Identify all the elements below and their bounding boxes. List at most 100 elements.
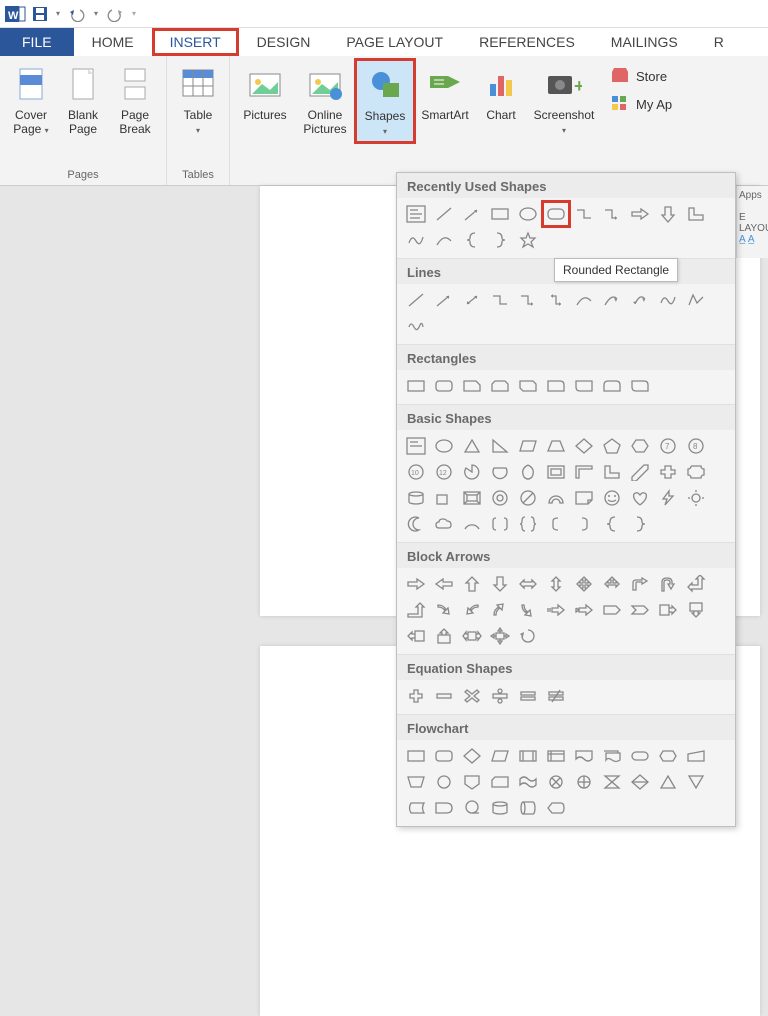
shape-l-shape[interactable]: [683, 202, 709, 226]
tab-references[interactable]: REFERENCES: [461, 28, 593, 56]
shape-manual-operation[interactable]: [403, 770, 429, 794]
shape-division[interactable]: [487, 684, 513, 708]
shape-uturn-arrow[interactable]: [655, 572, 681, 596]
my-apps-button[interactable]: My Ap: [610, 90, 672, 118]
shape-oval[interactable]: [515, 202, 541, 226]
shape-merge[interactable]: [683, 770, 709, 794]
qat-caret-icon[interactable]: ▾: [54, 9, 62, 18]
shape-line[interactable]: [403, 288, 429, 312]
shape-decagon[interactable]: 10: [403, 460, 429, 484]
shape-elbow-arrow-connector[interactable]: [515, 288, 541, 312]
chart-button[interactable]: Chart: [476, 60, 526, 140]
shape-line[interactable]: [431, 202, 457, 226]
shape-multidocument[interactable]: [599, 744, 625, 768]
shape-freeform[interactable]: [683, 288, 709, 312]
tab-home[interactable]: HOME: [74, 28, 152, 56]
shape-bevel[interactable]: [459, 486, 485, 510]
shape-round-single-corner[interactable]: [571, 374, 597, 398]
shape-parallelogram[interactable]: [515, 434, 541, 458]
shape-curve[interactable]: [655, 288, 681, 312]
shape-punched-tape[interactable]: [515, 770, 541, 794]
shape-stored-data[interactable]: [403, 796, 429, 820]
shape-rectangle[interactable]: [487, 202, 513, 226]
shape-curved-right-arrow[interactable]: [431, 598, 457, 622]
shape-display[interactable]: [543, 796, 569, 820]
shape-star[interactable]: [515, 228, 541, 252]
tab-page-layout[interactable]: PAGE LAYOUT: [328, 28, 461, 56]
shape-half-frame[interactable]: [571, 460, 597, 484]
shape-trapezoid[interactable]: [543, 434, 569, 458]
shape-snip-round-single[interactable]: [543, 374, 569, 398]
shape-curved-left-arrow[interactable]: [459, 598, 485, 622]
shape-triangle[interactable]: [459, 434, 485, 458]
tab-insert[interactable]: INSERT: [152, 28, 239, 56]
shape-connector[interactable]: [431, 770, 457, 794]
shape-direct-access[interactable]: [515, 796, 541, 820]
smartart-button[interactable]: SmartArt: [416, 60, 474, 140]
shape-sort[interactable]: [627, 770, 653, 794]
shape-folded-corner[interactable]: [571, 486, 597, 510]
shape-moon[interactable]: [403, 512, 429, 536]
shape-summing-junction[interactable]: [543, 770, 569, 794]
shape-left-brace[interactable]: [599, 512, 625, 536]
shape-left-right-up-arrow[interactable]: [599, 572, 625, 596]
shape-elbow-connector[interactable]: [487, 288, 513, 312]
shape-snip-same-side-corner[interactable]: [487, 374, 513, 398]
shape-card[interactable]: [487, 770, 513, 794]
shape-alternate-process[interactable]: [431, 744, 457, 768]
shape-sequential-access[interactable]: [459, 796, 485, 820]
shape-connector-elbow[interactable]: [571, 202, 597, 226]
shape-diamond[interactable]: [571, 434, 597, 458]
shape-quad-arrow-callout[interactable]: [487, 624, 513, 648]
shape-snip-diagonal-corner[interactable]: [515, 374, 541, 398]
shape-left-arrow-callout[interactable]: [403, 624, 429, 648]
redo-icon[interactable]: [106, 6, 124, 22]
shape-snip-single-corner[interactable]: [459, 374, 485, 398]
shape-left-up-arrow[interactable]: [683, 572, 709, 596]
shape-right-brace[interactable]: [487, 228, 513, 252]
shape-arc[interactable]: [459, 512, 485, 536]
shape-freeform[interactable]: [403, 228, 429, 252]
shape-line-double-arrow[interactable]: [459, 288, 485, 312]
shape-delay[interactable]: [431, 796, 457, 820]
shape-lightning-bolt[interactable]: [655, 486, 681, 510]
shape-diagonal-stripe[interactable]: [627, 460, 653, 484]
shape-left-bracket[interactable]: [543, 512, 569, 536]
shape-notched-right-arrow[interactable]: [571, 598, 597, 622]
online-pictures-button[interactable]: Online Pictures: [296, 60, 354, 140]
shape-line-arrow[interactable]: [459, 202, 485, 226]
tab-file[interactable]: FILE: [0, 28, 74, 56]
shape-elbow-double-arrow[interactable]: [543, 288, 569, 312]
shape-round-diagonal[interactable]: [627, 374, 653, 398]
shape-bent-up-arrow[interactable]: [403, 598, 429, 622]
shape-cross[interactable]: [655, 460, 681, 484]
shape-collate[interactable]: [599, 770, 625, 794]
shape-frame[interactable]: [543, 460, 569, 484]
shape-circular-arrow[interactable]: [515, 624, 541, 648]
shape-line-arrow[interactable]: [431, 288, 457, 312]
shape-plaque[interactable]: [683, 460, 709, 484]
shape-chevron[interactable]: [627, 598, 653, 622]
shape-predefined-process[interactable]: [515, 744, 541, 768]
shape-curved-up-arrow[interactable]: [487, 598, 513, 622]
tab-more[interactable]: R: [696, 28, 742, 56]
shape-can[interactable]: [403, 486, 429, 510]
shape-right-triangle[interactable]: [487, 434, 513, 458]
shape-bent-arrow[interactable]: [627, 572, 653, 596]
shape-rounded-rectangle[interactable]: [431, 374, 457, 398]
shape-octagon[interactable]: 8: [683, 434, 709, 458]
page-break-button[interactable]: Page Break: [110, 60, 160, 140]
tab-design[interactable]: DESIGN: [239, 28, 329, 56]
shape-cube[interactable]: [431, 486, 457, 510]
shape-heart[interactable]: [627, 486, 653, 510]
shape-extract[interactable]: [655, 770, 681, 794]
shape-down-arrow-callout[interactable]: [683, 598, 709, 622]
shape-magnetic-disk[interactable]: [487, 796, 513, 820]
shape-down-arrow[interactable]: [487, 572, 513, 596]
shape-text-box[interactable]: [403, 202, 429, 226]
shape-equal[interactable]: [515, 684, 541, 708]
shape-smiley-face[interactable]: [599, 486, 625, 510]
shape-double-brace[interactable]: [515, 512, 541, 536]
shape-round-same-side[interactable]: [599, 374, 625, 398]
shape-right-arrow[interactable]: [403, 572, 429, 596]
